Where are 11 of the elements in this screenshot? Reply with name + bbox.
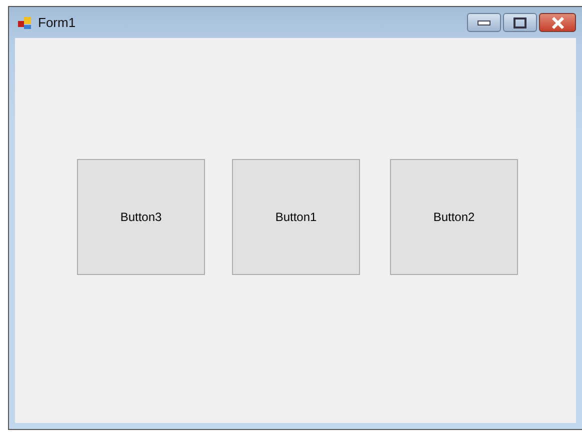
window-title: Form1 [38,15,77,30]
form-button[interactable]: Button1 [232,158,360,274]
maximize-button[interactable] [503,13,537,32]
close-icon [550,16,564,28]
minimize-icon [477,20,491,26]
form-button[interactable]: Button2 [390,158,518,274]
minimize-button[interactable] [467,13,501,32]
close-button[interactable] [539,13,576,32]
maximize-icon [513,16,527,28]
form-button[interactable]: Button3 [77,158,205,274]
app-icon [17,14,33,30]
